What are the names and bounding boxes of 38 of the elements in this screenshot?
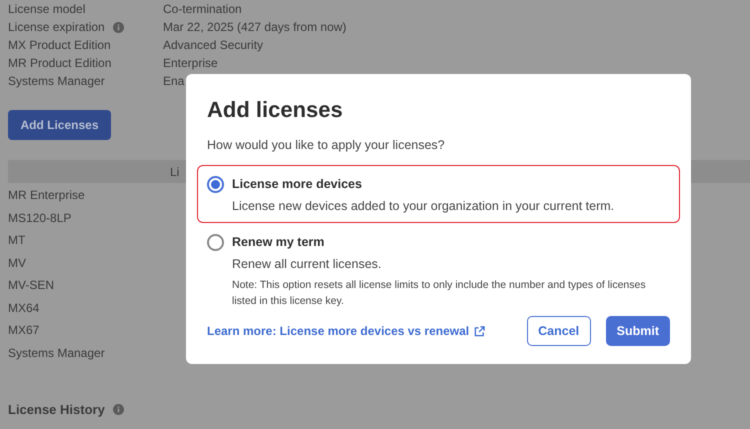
detail-label: License model	[8, 1, 86, 18]
radio-button[interactable]	[207, 176, 224, 193]
detail-label: License expiration	[8, 19, 105, 36]
table-cell-text: MX64	[8, 300, 40, 317]
radio-option[interactable]: License more devices License new devices added to your organization in your current term.	[197, 164, 680, 222]
submit-button[interactable]: Submit	[606, 316, 670, 346]
table-cell-text: MR Enterprise	[8, 187, 85, 204]
table-cell-text: Systems Manager	[8, 344, 105, 362]
learn-more-link[interactable]: Learn more: License more devices vs renewal	[207, 322, 486, 340]
table-cell-text: MV	[8, 254, 26, 272]
column-header: Li	[170, 164, 180, 180]
table-cell-text: MS120-8LP	[8, 210, 72, 227]
detail-value: Enterprise	[163, 55, 218, 72]
radio-button[interactable]	[207, 234, 224, 250]
table-cell-text: MT	[8, 232, 26, 250]
detail-label: MX Product Edition	[8, 37, 111, 54]
section-title: License History	[8, 401, 105, 419]
detail-value: Advanced Security	[163, 37, 264, 54]
option-label: Renew my term	[232, 234, 326, 250]
dialog-title: Add licenses	[207, 96, 344, 124]
table-cell-text: MV-SEN	[8, 277, 54, 294]
option-note: Note: This option resets all license limits to only include the number and types of licenses listed in this license key.	[232, 278, 647, 310]
external-link-icon	[474, 326, 486, 337]
dialog-question: How would you like to apply your licenses?	[207, 137, 446, 154]
detail-value: Co-termination	[163, 1, 242, 18]
info-icon	[112, 404, 124, 416]
option-label: License more devices	[232, 176, 363, 193]
detail-label: MR Product Edition	[8, 55, 112, 72]
table-cell-text: MX67	[8, 322, 40, 340]
option-description: License new devices added to your organization in your current term.	[232, 198, 614, 215]
info-icon	[112, 22, 124, 32]
detail-label: Systems Manager	[8, 73, 105, 90]
add-licenses-button[interactable]: Add Licenses	[8, 110, 111, 140]
detail-value: Ena	[163, 73, 184, 90]
option-description: Renew all current licenses.	[232, 256, 382, 272]
detail-value: Mar 22, 2025 (427 days from now)	[163, 19, 346, 36]
radio-option[interactable]: Renew my term Renew all current licenses. Note: This option resets all license limits to only include the number and types of licenses listed in this license key.	[197, 222, 680, 316]
cancel-button[interactable]: Cancel	[526, 316, 591, 346]
